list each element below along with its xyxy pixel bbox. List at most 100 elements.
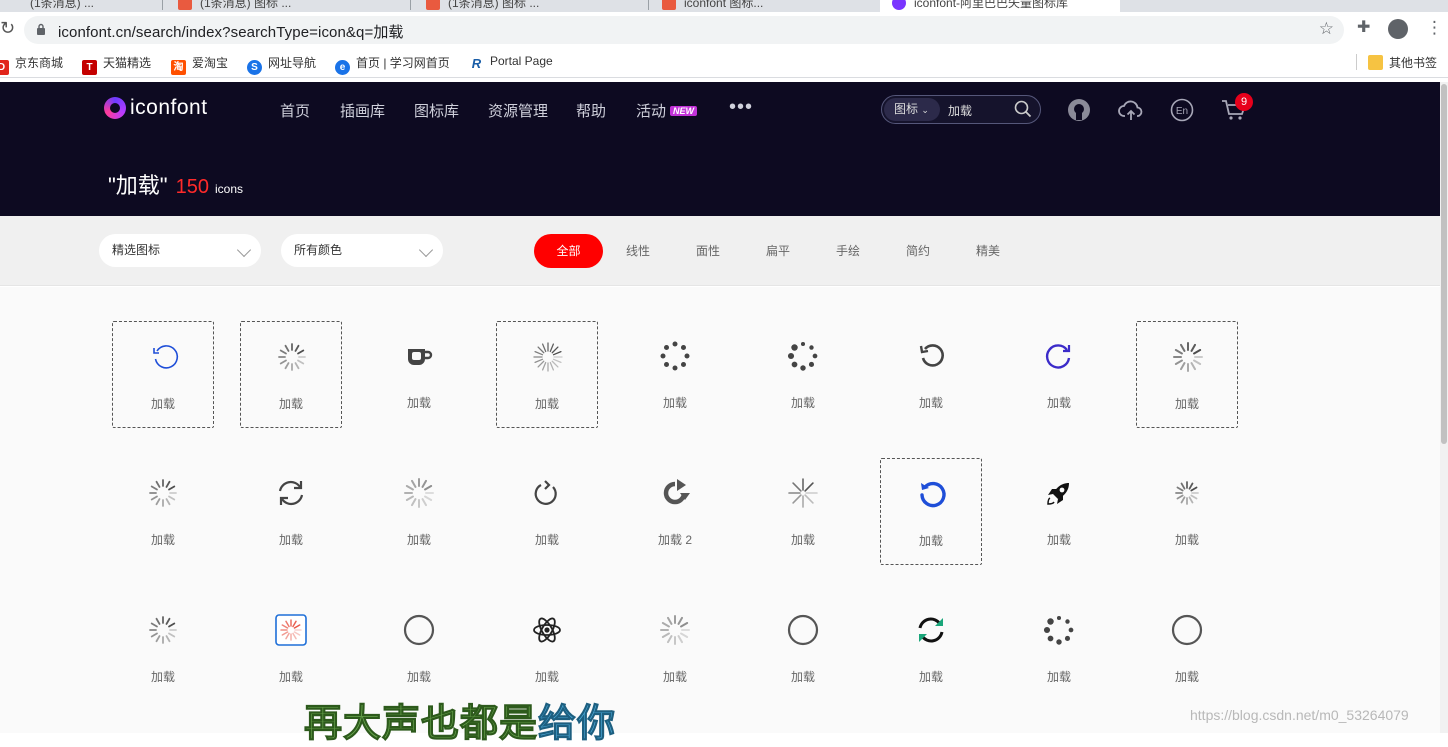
tab-1[interactable]: (1条消息) ... xyxy=(0,0,156,12)
icon-card-label: 加载 xyxy=(1046,533,1071,547)
spinner-lines-icon xyxy=(278,343,306,371)
style-tab-fill[interactable]: 面性 xyxy=(688,234,728,268)
tab-separator xyxy=(410,0,411,10)
chevron-down-icon xyxy=(418,242,434,258)
chevron-down-icon xyxy=(236,242,252,258)
icon-card[interactable]: 加载 xyxy=(624,595,726,702)
icon-card[interactable]: 加载 xyxy=(752,321,854,428)
icon-card[interactable]: 加载 xyxy=(880,595,982,702)
icon-card[interactable]: 加载 2 xyxy=(624,458,726,565)
bookmark-portal[interactable]: R Portal Page xyxy=(469,54,553,71)
bookmark-aitaobao[interactable]: 淘爱淘宝 xyxy=(171,54,228,75)
icon-card[interactable]: 加载 xyxy=(112,595,214,702)
bookmark-jd[interactable]: D 京东商城 xyxy=(0,54,63,75)
nav-home[interactable]: 首页 xyxy=(280,100,310,121)
icon-card[interactable]: 加载 xyxy=(368,595,470,702)
icon-card[interactable]: 加载 xyxy=(496,458,598,565)
url-text[interactable]: iconfont.cn/search/index?searchType=icon… xyxy=(58,21,404,42)
style-tab-flat[interactable]: 扁平 xyxy=(758,234,798,268)
icon-card[interactable]: 加载 xyxy=(240,321,342,428)
icon-card[interactable]: 加载 xyxy=(496,595,598,702)
icon-card[interactable]: 加载 xyxy=(496,321,598,428)
nav-illustrations[interactable]: 插画库 xyxy=(340,100,385,121)
tab-2[interactable]: (1条消息) 图标 ... xyxy=(166,0,406,12)
site-header: iconfont 首页 插画库 图标库 资源管理 帮助 活动 NEW ••• 图标… xyxy=(0,82,1440,216)
upload-cloud-icon[interactable] xyxy=(1118,98,1144,122)
icon-card[interactable]: 加载 xyxy=(1136,321,1238,428)
icon-card[interactable]: 加载 xyxy=(880,321,982,428)
lock-icon xyxy=(37,23,45,35)
reload-blue-icon xyxy=(920,481,946,508)
language-en-icon[interactable]: En xyxy=(1170,98,1194,122)
address-row: ↻ iconfont.cn/search/index?searchType=ic… xyxy=(0,12,1448,48)
icon-card-label: 加载 xyxy=(278,397,303,411)
bookmark-star-icon[interactable]: ☆ xyxy=(1319,19,1334,39)
icon-card[interactable]: 加载 xyxy=(1008,458,1110,565)
icon-card-label: 加载 xyxy=(662,396,687,410)
atom-icon xyxy=(533,617,561,643)
color-select[interactable]: 所有颜色 xyxy=(281,234,443,267)
nav-icon-library[interactable]: 图标库 xyxy=(414,100,459,121)
style-tab-fine[interactable]: 精美 xyxy=(968,234,1008,268)
spinner-dots-big-icon xyxy=(787,341,818,371)
profile-avatar-icon[interactable] xyxy=(1388,19,1408,39)
icon-card-label: 加载 xyxy=(790,396,815,410)
ring-icon xyxy=(787,614,819,646)
omnibox[interactable]: iconfont.cn/search/index?searchType=icon… xyxy=(24,16,1344,44)
reload-icon[interactable]: ↻ xyxy=(0,18,15,39)
bookmark-nav[interactable]: S 网址导航 xyxy=(247,54,316,75)
icon-card-label: 加载 xyxy=(1046,670,1071,684)
icon-card[interactable]: 加载 xyxy=(368,321,470,428)
icon-card[interactable]: 加载 xyxy=(1136,458,1238,565)
bookmark-study[interactable]: e 首页 | 学习网首页 xyxy=(335,54,450,75)
more-dots-icon[interactable]: ••• xyxy=(729,96,753,119)
nav-help[interactable]: 帮助 xyxy=(576,100,606,121)
featured-select[interactable]: 精选图标 xyxy=(99,234,261,267)
tab-3[interactable]: (1条消息) 图标 ... xyxy=(414,0,646,12)
style-tab-hand[interactable]: 手绘 xyxy=(828,234,868,268)
bookmark-tmall[interactable]: T 天猫精选 xyxy=(82,54,151,75)
tab-4[interactable]: iconfont 图标... xyxy=(650,0,870,12)
extensions-icon[interactable]: ✚ xyxy=(1357,17,1370,37)
folder-icon xyxy=(1368,55,1383,70)
scrollbar-thumb[interactable] xyxy=(1441,84,1447,444)
icon-card-label: 加载 xyxy=(1174,670,1199,684)
icon-card[interactable]: 加载 xyxy=(240,458,342,565)
bookmark-other[interactable]: 其他书签 xyxy=(1368,54,1437,71)
style-tab-all[interactable]: 全部 xyxy=(534,234,603,268)
menu-kebab-icon[interactable]: ⋮ xyxy=(1426,18,1443,38)
icon-card[interactable]: 加载 xyxy=(1008,321,1110,428)
style-tab-simple[interactable]: 简约 xyxy=(898,234,938,268)
portal-icon: R xyxy=(471,56,482,71)
icon-card[interactable]: 加载 xyxy=(752,458,854,565)
icon-card[interactable]: 加载 xyxy=(112,321,214,428)
icon-card[interactable]: 加载 xyxy=(624,321,726,428)
search-box[interactable]: 图标 ⌄ 加载 xyxy=(881,95,1041,124)
logo-mark-icon xyxy=(104,97,126,119)
tab-separator xyxy=(648,0,649,10)
icon-card[interactable]: 加载 xyxy=(752,595,854,702)
reload-arrow-icon xyxy=(663,479,690,505)
icon-card[interactable]: 加载 xyxy=(240,595,342,702)
rotate-cw-icon xyxy=(534,480,557,505)
icon-card[interactable]: 加载 xyxy=(880,458,982,565)
filter-bar: 精选图标 所有颜色 全部 线性 面性 扁平 手绘 简约 精美 xyxy=(0,216,1440,286)
icon-card[interactable]: 加载 xyxy=(368,458,470,565)
nav-resources[interactable]: 资源管理 xyxy=(488,100,548,121)
style-tab-line[interactable]: 线性 xyxy=(618,234,658,268)
tab-active[interactable]: iconfont-阿里巴巴矢量图标库 xyxy=(880,0,1120,12)
nav-icon: S xyxy=(247,60,262,75)
icon-card-label: 加载 xyxy=(278,533,303,547)
nav-activity[interactable]: 活动 NEW xyxy=(636,100,698,121)
icon-card[interactable]: 加载 xyxy=(1136,595,1238,702)
search-input[interactable]: 加载 xyxy=(948,102,972,119)
icon-card-label: 加载 xyxy=(406,670,431,684)
icon-card[interactable]: 加载 xyxy=(1008,595,1110,702)
github-icon[interactable] xyxy=(1067,98,1091,122)
csdn-favicon xyxy=(178,0,192,10)
ring-icon xyxy=(403,614,435,646)
icon-card[interactable]: 加载 xyxy=(112,458,214,565)
search-type-select[interactable]: 图标 ⌄ xyxy=(884,98,940,121)
search-icon[interactable] xyxy=(1014,100,1032,118)
icon-card-label: 加载 xyxy=(534,397,559,411)
